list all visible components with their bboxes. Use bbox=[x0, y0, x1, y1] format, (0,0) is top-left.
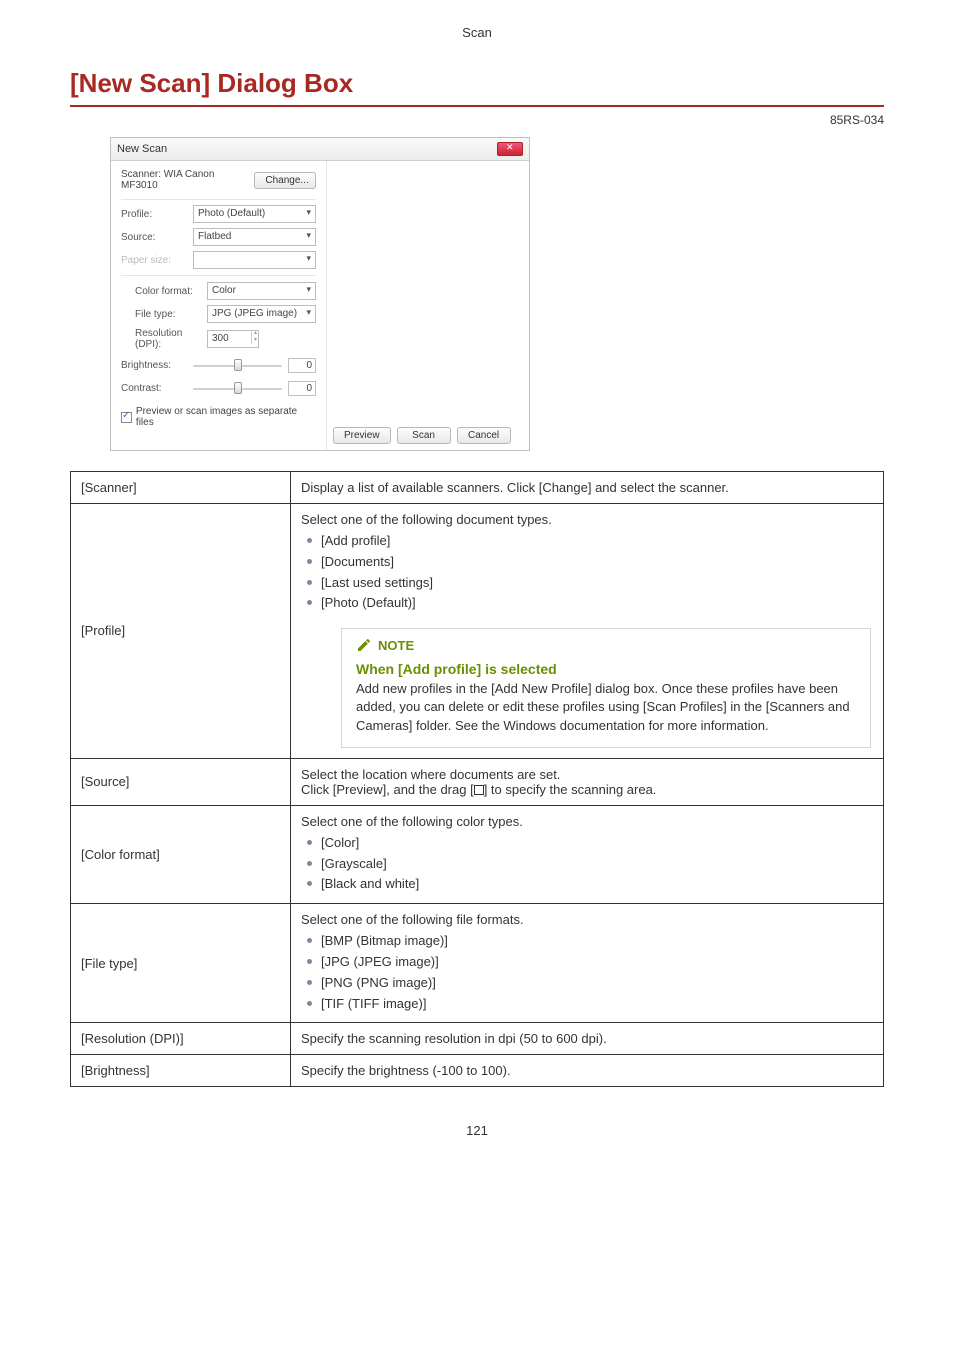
cell-resolution-desc: Specify the scanning resolution in dpi (… bbox=[291, 1023, 884, 1055]
cell-filetype-desc: Select one of the following file formats… bbox=[291, 904, 884, 1023]
contrast-slider[interactable] bbox=[193, 382, 282, 396]
table-row: [Scanner] Display a list of available sc… bbox=[71, 472, 884, 504]
cell-scanner-desc: Display a list of available scanners. Cl… bbox=[291, 472, 884, 504]
new-scan-dialog: New Scan Scanner: WIA Canon MF3010 Chang… bbox=[110, 137, 530, 451]
source-label: Source: bbox=[121, 232, 193, 243]
scan-button[interactable]: Scan bbox=[397, 427, 451, 444]
list-item: [Last used settings] bbox=[307, 573, 873, 594]
colorformat-intro: Select one of the following color types. bbox=[301, 814, 873, 829]
cell-profile-key: [Profile] bbox=[71, 504, 291, 759]
source-select[interactable]: Flatbed bbox=[193, 228, 316, 246]
table-row: [Profile] Select one of the following do… bbox=[71, 504, 884, 759]
brightness-slider[interactable] bbox=[193, 359, 282, 373]
preview-area bbox=[327, 161, 529, 421]
change-button[interactable]: Change... bbox=[254, 172, 316, 189]
brightness-value[interactable]: 0 bbox=[288, 358, 316, 373]
document-id: 85RS-034 bbox=[70, 107, 884, 137]
list-item: [Add profile] bbox=[307, 531, 873, 552]
cell-colorformat-key: [Color format] bbox=[71, 805, 291, 903]
list-item: [Color] bbox=[307, 833, 873, 854]
brightness-label: Brightness: bbox=[121, 360, 193, 371]
list-item: [JPG (JPEG image)] bbox=[307, 952, 873, 973]
crop-handle-icon bbox=[474, 785, 484, 795]
cancel-button[interactable]: Cancel bbox=[457, 427, 511, 444]
cell-source-key: [Source] bbox=[71, 758, 291, 805]
pencil-icon bbox=[356, 637, 372, 653]
page-title: [New Scan] Dialog Box bbox=[70, 48, 884, 107]
separate-files-label: Preview or scan images as separate files bbox=[136, 406, 316, 428]
list-item: [Grayscale] bbox=[307, 854, 873, 875]
note-box: NOTE When [Add profile] is selected Add … bbox=[341, 628, 871, 748]
cell-brightness-desc: Specify the brightness (-100 to 100). bbox=[291, 1055, 884, 1087]
profile-intro: Select one of the following document typ… bbox=[301, 512, 873, 527]
page-section-header: Scan bbox=[0, 0, 954, 48]
cell-resolution-key: [Resolution (DPI)] bbox=[71, 1023, 291, 1055]
cell-filetype-key: [File type] bbox=[71, 904, 291, 1023]
list-item: [Black and white] bbox=[307, 874, 873, 895]
page-number: 121 bbox=[70, 1123, 884, 1138]
contrast-value[interactable]: 0 bbox=[288, 381, 316, 396]
list-item: [BMP (Bitmap image)] bbox=[307, 931, 873, 952]
colorformat-label: Color format: bbox=[135, 286, 207, 297]
cell-scanner-key: [Scanner] bbox=[71, 472, 291, 504]
contrast-label: Contrast: bbox=[121, 383, 193, 394]
note-subtitle: When [Add profile] is selected bbox=[356, 661, 856, 677]
list-item: [TIF (TIFF image)] bbox=[307, 994, 873, 1015]
cell-colorformat-desc: Select one of the following color types.… bbox=[291, 805, 884, 903]
list-item: [Photo (Default)] bbox=[307, 593, 873, 614]
papersize-label: Paper size: bbox=[121, 255, 193, 266]
table-row: [Source] Select the location where docum… bbox=[71, 758, 884, 805]
source-line1: Select the location where documents are … bbox=[301, 767, 873, 782]
papersize-select bbox=[193, 251, 316, 269]
close-icon[interactable] bbox=[497, 142, 523, 156]
filetype-select[interactable]: JPG (JPEG image) bbox=[207, 305, 316, 323]
profile-select[interactable]: Photo (Default) bbox=[193, 205, 316, 223]
table-row: [Resolution (DPI)] Specify the scanning … bbox=[71, 1023, 884, 1055]
list-item: [Documents] bbox=[307, 552, 873, 573]
source-line2: Click [Preview], and the drag [ ] to spec… bbox=[301, 782, 873, 797]
cell-source-desc: Select the location where documents are … bbox=[291, 758, 884, 805]
list-item: [PNG (PNG image)] bbox=[307, 973, 873, 994]
source-line2a: Click [Preview], and the drag [ bbox=[301, 782, 474, 797]
cell-profile-desc: Select one of the following document typ… bbox=[291, 504, 884, 759]
note-body: Add new profiles in the [Add New Profile… bbox=[356, 680, 856, 735]
table-row: [Color format] Select one of the followi… bbox=[71, 805, 884, 903]
profile-label: Profile: bbox=[121, 209, 193, 220]
colorformat-select[interactable]: Color bbox=[207, 282, 316, 300]
table-row: [File type] Select one of the following … bbox=[71, 904, 884, 1023]
separate-files-checkbox[interactable] bbox=[121, 412, 132, 423]
source-line2b: ] to specify the scanning area. bbox=[484, 782, 657, 797]
filetype-label: File type: bbox=[135, 309, 207, 320]
table-row: [Brightness] Specify the brightness (-10… bbox=[71, 1055, 884, 1087]
description-table: [Scanner] Display a list of available sc… bbox=[70, 471, 884, 1087]
filetype-intro: Select one of the following file formats… bbox=[301, 912, 873, 927]
cell-brightness-key: [Brightness] bbox=[71, 1055, 291, 1087]
dialog-title: New Scan bbox=[117, 143, 167, 155]
resolution-label: Resolution (DPI): bbox=[135, 328, 207, 350]
resolution-input[interactable]: 300 bbox=[207, 330, 259, 348]
preview-button[interactable]: Preview bbox=[333, 427, 391, 444]
note-title: NOTE bbox=[378, 638, 414, 653]
scanner-label: Scanner: WIA Canon MF3010 bbox=[121, 169, 242, 191]
